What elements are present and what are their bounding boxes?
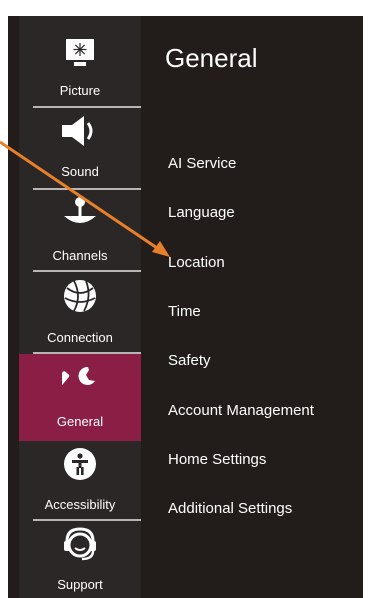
headset-icon (19, 527, 141, 565)
menu-item-additional-settings[interactable]: Additional Settings (168, 500, 292, 517)
menu-item-account-management[interactable]: Account Management (168, 402, 314, 419)
picture-icon (19, 38, 141, 68)
sidebar-item-label: Channels (52, 248, 108, 263)
satellite-dish-icon (19, 196, 141, 232)
sidebar-item-label: General (56, 414, 104, 429)
menu-item-time[interactable]: Time (168, 303, 201, 320)
sidebar-item-sound[interactable]: Sound (19, 108, 141, 188)
sidebar-item-label: Sound (61, 164, 99, 179)
sidebar-item-accessibility[interactable]: Accessibility (19, 441, 141, 519)
menu-item-safety[interactable]: Safety (168, 352, 211, 369)
wrench-icon (19, 364, 141, 404)
sidebar-item-general[interactable]: General (19, 354, 141, 441)
sidebar-item-picture[interactable]: Picture (19, 16, 141, 104)
settings-sidebar: Picture Sound Channels Connection Genera… (19, 16, 141, 598)
menu-item-language[interactable]: Language (168, 204, 235, 221)
sidebar-item-label: Connection (47, 330, 113, 345)
sidebar-item-channels[interactable]: Channels (19, 190, 141, 270)
sidebar-item-connection[interactable]: Connection (19, 272, 141, 352)
menu-item-home-settings[interactable]: Home Settings (168, 451, 266, 468)
sidebar-item-label: Support (57, 577, 103, 592)
speaker-icon (19, 115, 141, 147)
accessibility-icon (19, 447, 141, 481)
sidebar-item-support[interactable]: Support (19, 521, 141, 598)
sidebar-item-label: Picture (59, 83, 101, 98)
sidebar-item-label: Accessibility (44, 497, 116, 512)
page-title: General (165, 43, 258, 73)
menu-item-ai-service[interactable]: AI Service (168, 155, 236, 172)
globe-icon (19, 278, 141, 314)
menu-item-location[interactable]: Location (168, 254, 225, 271)
